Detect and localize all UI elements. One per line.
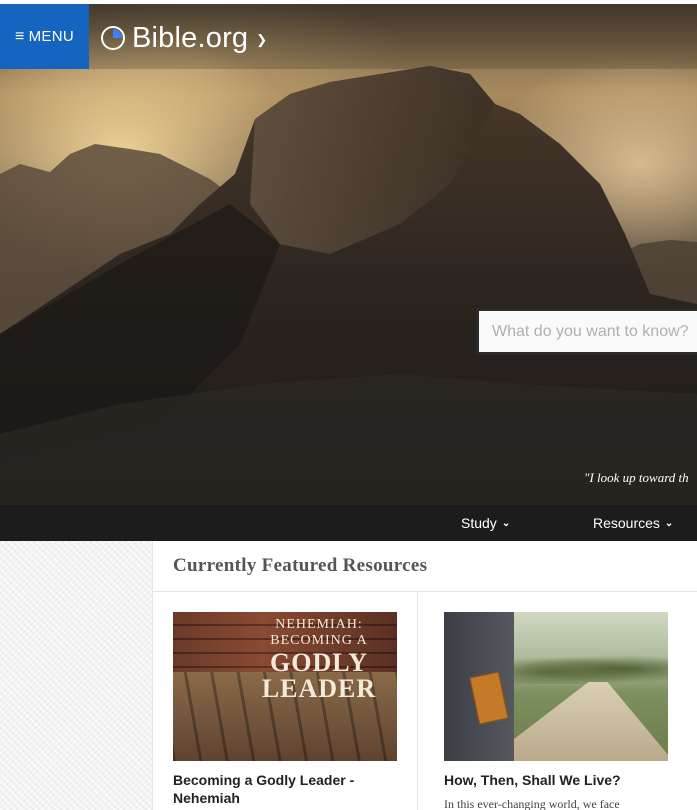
nav-item-label: Study [461, 515, 497, 531]
section-title: Currently Featured Resources [173, 555, 428, 576]
resource-card[interactable]: How, Then, Shall We Live? In this ever-c… [444, 612, 668, 810]
card-image[interactable] [444, 612, 668, 761]
chevron-down-icon: ⌄ [664, 517, 674, 529]
card-image[interactable]: NEHEMIAH: BECOMING A GODLY LEADER [173, 612, 397, 761]
hero-quote: "I look up toward th [584, 470, 689, 485]
card-description: In this ever-changing world, we face [444, 797, 620, 810]
hero-banner [0, 4, 697, 505]
nav-item-study[interactable]: Study ⌄ [461, 505, 510, 541]
card-image-text: NEHEMIAH: BECOMING A GODLY LEADER [261, 617, 377, 703]
mountain-image [0, 66, 697, 505]
search-box [476, 308, 697, 355]
featured-resources: Currently Featured Resources NEHEMIAH: B… [152, 541, 697, 810]
card-title[interactable]: Becoming a Godly Leader - Nehemiah [173, 771, 397, 807]
chevron-down-icon: ⌄ [501, 517, 511, 529]
divider [417, 592, 418, 810]
divider [153, 591, 697, 592]
side-pattern [0, 541, 152, 810]
main-nav: Study ⌄ Resources ⌄ [0, 505, 697, 541]
hamburger-icon: ≡ [14, 27, 25, 45]
top-bar: ≡ MENU Bible.org ❯ [0, 4, 697, 69]
search-input[interactable] [479, 311, 697, 352]
circle-logo-icon [101, 26, 125, 50]
menu-button[interactable]: ≡ MENU [0, 4, 89, 69]
site-logo[interactable]: Bible.org ❯ [100, 20, 267, 56]
logo-text: Bible.org [132, 21, 249, 54]
card-title[interactable]: How, Then, Shall We Live? [444, 771, 668, 789]
resource-card[interactable]: NEHEMIAH: BECOMING A GODLY LEADER Becomi… [173, 612, 397, 807]
nav-item-resources[interactable]: Resources ⌄ [593, 505, 673, 541]
nav-item-label: Resources [593, 515, 660, 531]
menu-label: MENU [28, 28, 74, 45]
chevron-down-icon: ❯ [256, 32, 268, 47]
